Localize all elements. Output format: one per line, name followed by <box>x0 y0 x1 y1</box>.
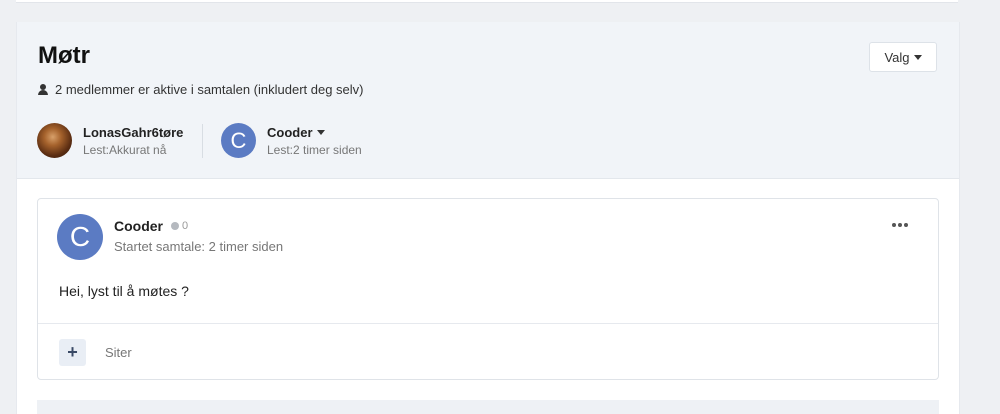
plus-button[interactable]: + <box>59 339 86 366</box>
user-icon <box>38 84 48 95</box>
message-body: Hei, lyst til å møtes ? <box>59 283 189 299</box>
next-section <box>37 400 939 414</box>
caret-down-icon[interactable] <box>316 129 325 135</box>
more-icon[interactable] <box>892 223 908 227</box>
members-text: 2 medlemmer er aktive i samtalen (inklud… <box>55 82 364 97</box>
options-button[interactable]: Valg <box>869 42 937 72</box>
page-title: Møtr <box>38 42 90 69</box>
options-label: Valg <box>884 49 910 65</box>
members-info: 2 medlemmer er aktive i samtalen (inklud… <box>38 82 364 97</box>
divider <box>202 124 203 158</box>
quote-button[interactable]: Siter <box>105 345 132 360</box>
avatar[interactable]: C <box>221 123 256 158</box>
reputation-badge: 0 <box>171 220 188 232</box>
conversation-panel: Møtr Valg 2 medlemmer er aktive i samtal… <box>16 22 960 414</box>
author-name[interactable]: Cooder <box>114 218 163 234</box>
reputation-icon <box>171 222 179 230</box>
reputation-count: 0 <box>182 220 189 232</box>
started-timestamp: Startet samtale: 2 timer siden <box>114 239 284 254</box>
conversation-header: Møtr Valg 2 medlemmer er aktive i samtal… <box>17 22 959 179</box>
top-bar <box>16 0 958 3</box>
participant-item[interactable]: C Cooder Lest:2 timer siden <box>221 123 362 158</box>
avatar[interactable] <box>37 123 72 158</box>
avatar[interactable]: C <box>57 214 103 260</box>
caret-down-icon <box>913 54 922 60</box>
author-line: Cooder 0 <box>114 218 188 234</box>
participant-name-menu[interactable]: Cooder <box>267 125 362 140</box>
participant-read-status: Lest:Akkurat nå <box>83 142 167 157</box>
participant-item[interactable]: LonasGahr6tøre Lest:Akkurat nå <box>37 123 183 158</box>
participant-name[interactable]: Cooder <box>267 125 313 140</box>
message-card: C Cooder 0 Startet samtale: 2 timer side… <box>37 198 939 380</box>
participant-name[interactable]: LonasGahr6tøre <box>83 125 183 140</box>
message-footer: + Siter <box>38 323 938 380</box>
participant-read-status: Lest:2 timer siden <box>267 142 362 157</box>
